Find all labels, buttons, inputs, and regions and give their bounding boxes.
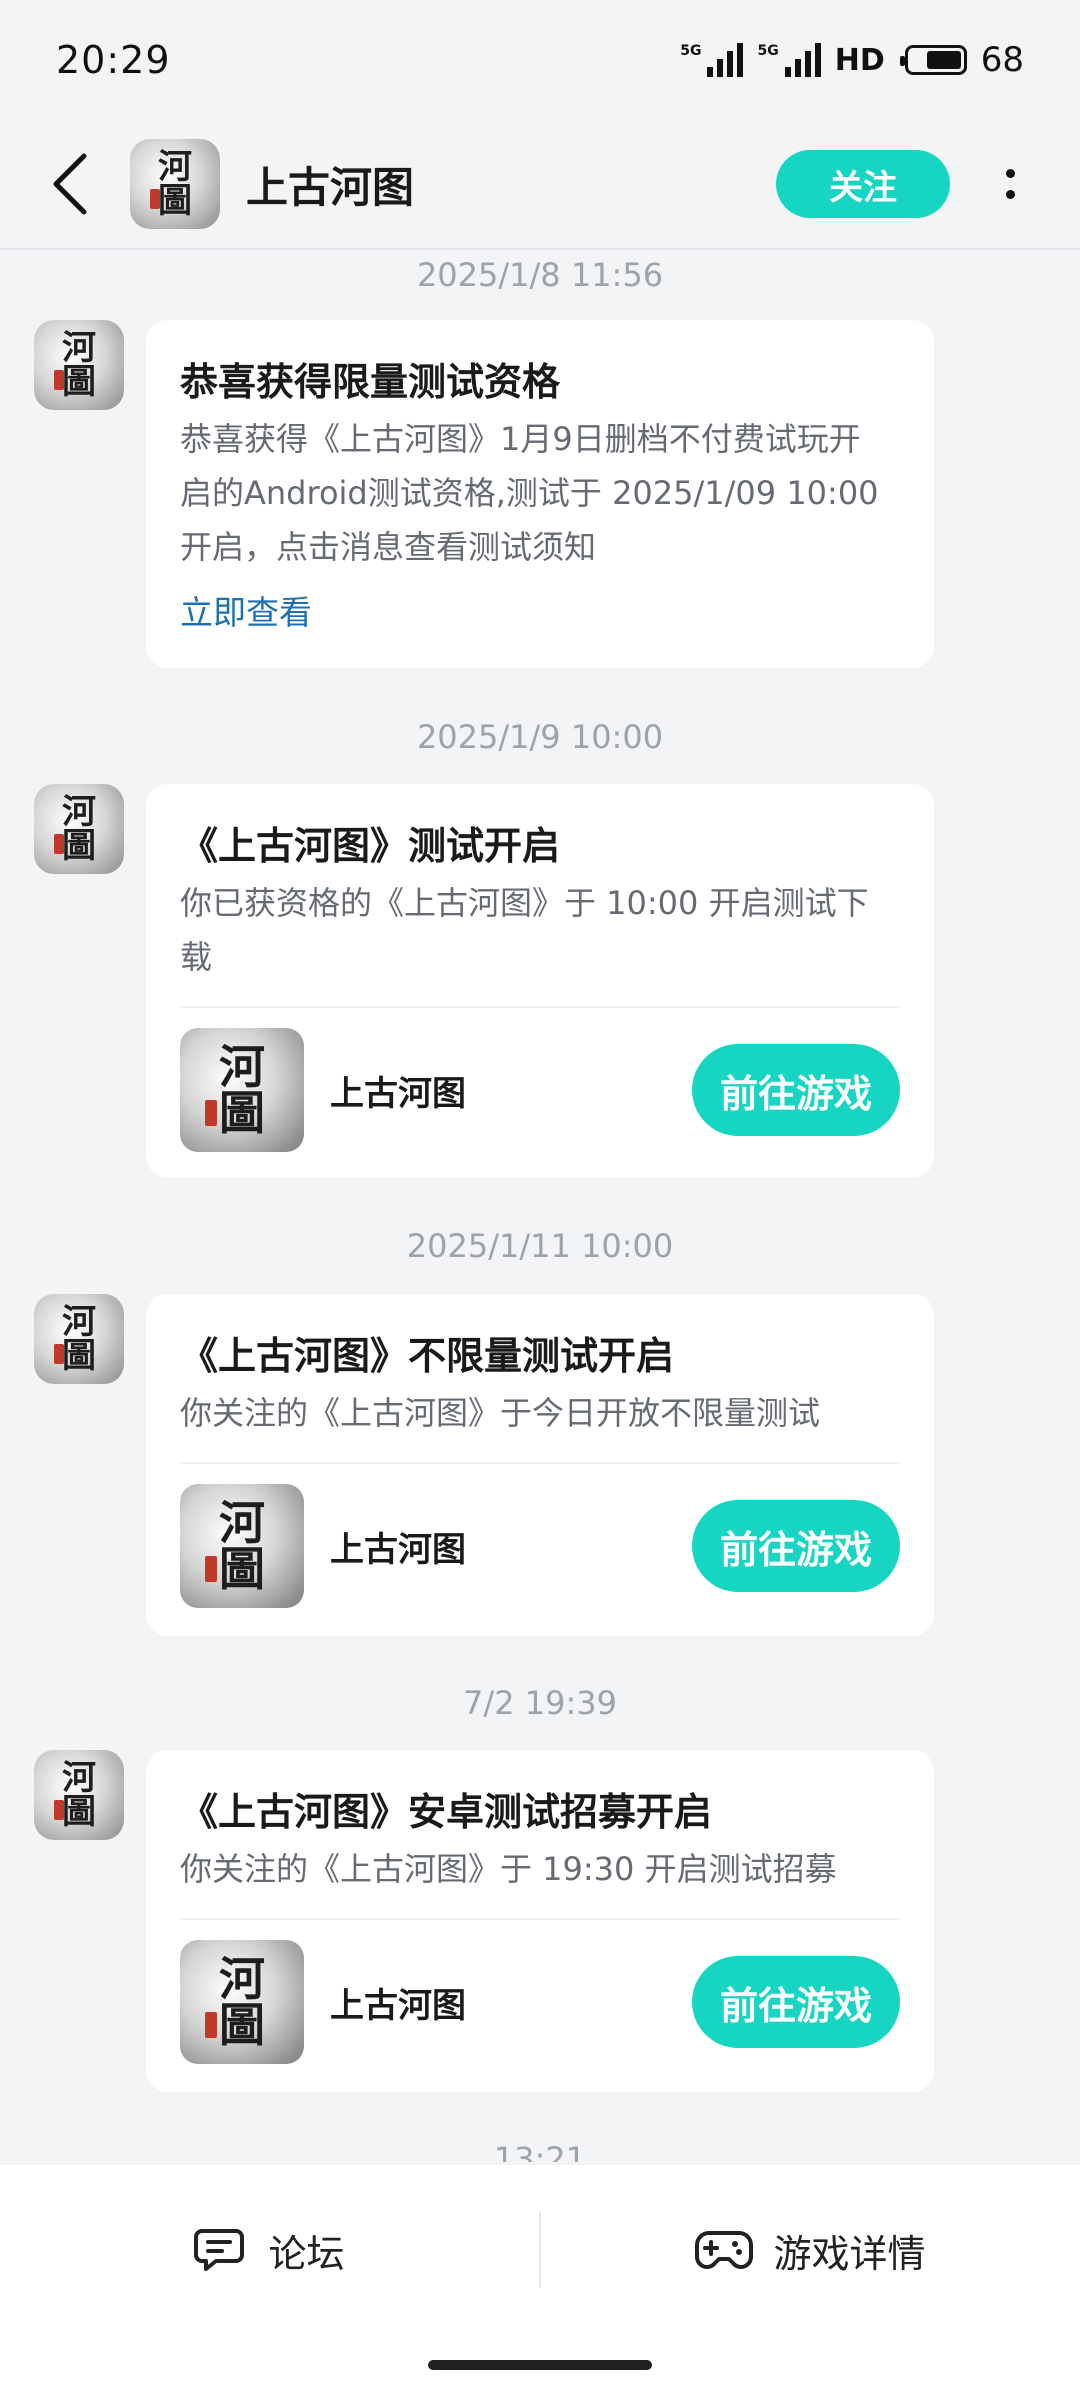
tab-label: 论坛 (268, 2231, 345, 2276)
message-card[interactable]: 《上古河图》测试开启 你已获资格的《上古河图》于 10:00 开启测试下 载 河… (146, 784, 934, 1178)
message-body-line: 恭喜获得《上古河图》1月9日删档不付费试玩开 (180, 420, 861, 458)
go-to-game-button[interactable]: 前往游戏 (692, 1500, 900, 1592)
seal-mark (53, 369, 64, 390)
dot-icon (1005, 169, 1015, 178)
message-body: 你关注的《上古河图》于 19:30 开启测试招募 (180, 1842, 900, 1896)
message-body-line: 你关注的《上古河图》于今日开放不限量测试 (180, 1394, 821, 1432)
message-body: 你关注的《上古河图》于今日开放不限量测试 (180, 1386, 900, 1440)
gamepad-icon (695, 2231, 754, 2269)
message-title: 《上古河图》安卓测试招募开启 (180, 1790, 713, 1834)
seal-mark (204, 1555, 217, 1582)
seal-mark (204, 2011, 217, 2038)
message-body: 你已获资格的《上古河图》于 10:00 开启测试下 载 (180, 876, 900, 984)
chat-bubble-icon (194, 2229, 245, 2271)
app-avatar[interactable]: 河圖 (130, 139, 220, 229)
network-type-label: 5G (757, 43, 779, 59)
network-type-label: 5G (680, 43, 702, 59)
message-body-line: 载 (180, 938, 213, 976)
divider (180, 1006, 900, 1008)
status-time: 20:29 (56, 38, 171, 82)
seal-mark (149, 188, 160, 209)
page-title: 上古河图 (246, 162, 415, 212)
message-body-line: 启的Android测试资格,测试于 2025/1/09 10:00 (180, 474, 879, 512)
message-card[interactable]: 《上古河图》安卓测试招募开启 你关注的《上古河图》于 19:30 开启测试招募 … (146, 1750, 934, 2092)
status-bar: 20:29 5G 5G HD 68 (0, 0, 1080, 120)
message-card[interactable]: 恭喜获得限量测试资格 恭喜获得《上古河图》1月9日删档不付费试玩开 启的Andr… (146, 320, 934, 668)
view-now-link[interactable]: 立即查看 (180, 588, 900, 638)
message-title: 《上古河图》不限量测试开启 (180, 1334, 675, 1378)
seal-mark (53, 833, 64, 854)
signal-icon: 5G (757, 43, 821, 77)
sender-avatar[interactable]: 河圖 (34, 1750, 124, 1840)
game-icon[interactable]: 河圖 (180, 1940, 304, 2064)
message-body-line: 开启，点击消息查看测试须知 (180, 528, 597, 566)
tab-forum[interactable]: 论坛 (0, 2200, 539, 2300)
sender-avatar[interactable]: 河圖 (34, 320, 124, 410)
back-button[interactable] (40, 144, 100, 224)
message-body: 恭喜获得《上古河图》1月9日删档不付费试玩开 启的Android测试资格,测试于… (180, 412, 900, 574)
go-to-game-button[interactable]: 前往游戏 (692, 1956, 900, 2048)
battery-percent: 68 (980, 40, 1024, 80)
message-time: 7/2 19:39 (463, 1684, 617, 1722)
screen: 20:29 5G 5G HD 68 河圖 上古河图 关注 2025/1/8 11… (0, 0, 1080, 2400)
message-body-line: 你关注的《上古河图》于 19:30 开启测试招募 (180, 1850, 837, 1888)
status-icons: 5G 5G HD 68 (680, 40, 1024, 80)
divider (180, 1918, 900, 1920)
message-time: 13:21 (493, 2140, 587, 2162)
tab-label: 游戏详情 (773, 2231, 926, 2276)
message-list[interactable]: 2025/1/8 11:56 河圖 恭喜获得限量测试资格 恭喜获得《上古河图》1… (0, 252, 1080, 2162)
header: 河圖 上古河图 关注 (0, 120, 1080, 250)
message-card[interactable]: 《上古河图》不限量测试开启 你关注的《上古河图》于今日开放不限量测试 河圖 上古… (146, 1294, 934, 1636)
game-row[interactable]: 河圖 上古河图 前往游戏 (180, 1028, 900, 1152)
sender-avatar[interactable]: 河圖 (34, 784, 124, 874)
message-title: 恭喜获得限量测试资格 (180, 360, 561, 404)
game-name: 上古河图 (330, 1985, 466, 2026)
go-to-game-button[interactable]: 前往游戏 (692, 1044, 900, 1136)
signal-icon: 5G (680, 43, 744, 77)
follow-button[interactable]: 关注 (776, 150, 950, 218)
dot-icon (1005, 190, 1015, 199)
more-options-button[interactable] (980, 144, 1040, 224)
seal-mark (53, 1343, 64, 1364)
message-time: 2025/1/11 10:00 (406, 1227, 674, 1265)
seal-mark (204, 1099, 217, 1126)
hd-label: HD (834, 42, 885, 78)
sender-avatar[interactable]: 河圖 (34, 1294, 124, 1384)
battery-icon (899, 45, 967, 75)
seal-mark (53, 1799, 64, 1820)
game-name: 上古河图 (330, 1529, 466, 1570)
message-time: 2025/1/8 11:56 (416, 256, 664, 294)
message-title: 《上古河图》测试开启 (180, 824, 561, 868)
message-body-line: 你已获资格的《上古河图》于 10:00 开启测试下 (180, 884, 869, 922)
game-row[interactable]: 河圖 上古河图 前往游戏 (180, 1484, 900, 1608)
game-icon[interactable]: 河圖 (180, 1028, 304, 1152)
chevron-left-icon (53, 153, 87, 215)
game-name: 上古河图 (330, 1073, 466, 1114)
message-time: 2025/1/9 10:00 (416, 718, 664, 756)
bottom-tabs: 论坛 游戏详情 (0, 2165, 1080, 2335)
home-indicator[interactable] (428, 2360, 652, 2370)
game-icon[interactable]: 河圖 (180, 1484, 304, 1608)
divider (180, 1462, 900, 1464)
tab-game-details[interactable]: 游戏详情 (541, 2200, 1080, 2300)
game-row[interactable]: 河圖 上古河图 前往游戏 (180, 1940, 900, 2064)
